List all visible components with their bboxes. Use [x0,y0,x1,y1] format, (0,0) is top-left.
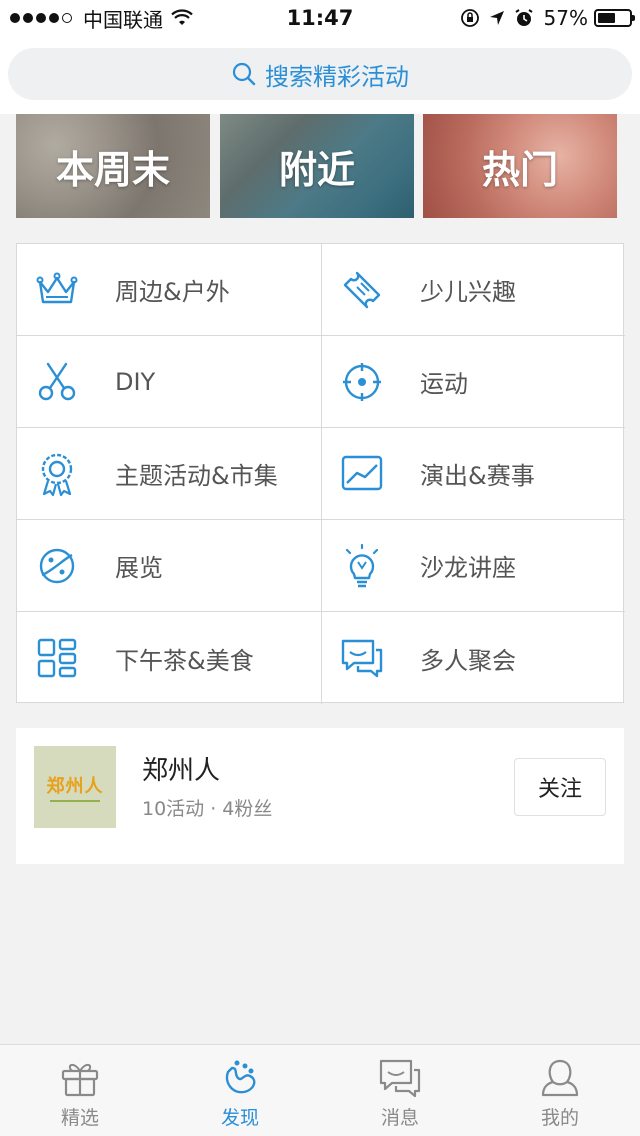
category-exhibition[interactable]: 展览 [17,520,321,612]
target-icon [340,360,384,404]
planet-icon [35,544,79,588]
crown-icon [35,268,79,312]
tab-messages[interactable]: 消息 [320,1045,480,1136]
category-label: 少儿兴趣 [420,278,516,306]
carrier-name: 中国联通 [83,7,163,32]
category-tea-food[interactable]: 下午茶&美食 [17,612,321,704]
banner-label: 附近 [278,147,355,192]
category-label: 下午茶&美食 [115,646,254,675]
grid-icon [35,636,79,680]
category-party[interactable]: 多人聚会 [321,612,625,704]
tab-discover[interactable]: 发现 [160,1045,320,1136]
tab-featured[interactable]: 精选 [0,1045,160,1136]
badge-icon [35,452,79,496]
category-label: 演出&赛事 [420,462,535,490]
category-label: 展览 [115,554,163,582]
organizer-logo: 郑州人 [34,746,116,828]
category-label: 多人聚会 [420,646,516,675]
alarm-icon [514,9,533,26]
search-input[interactable]: 搜索精彩活动 [8,48,632,100]
chat-bubbles-icon [340,636,384,680]
search-placeholder: 搜索精彩活动 [265,62,409,91]
category-salon[interactable]: 沙龙讲座 [321,520,625,612]
organizer-stats: 10活动 · 4粉丝 [142,798,273,820]
location-arrow-icon [489,11,504,25]
battery-percent: 57% [543,6,588,30]
organizer-logo-text: 郑州人 [46,776,104,797]
status-right: 57% [452,0,635,36]
category-diy[interactable]: DIY [17,336,321,428]
tab-label: 我的 [540,1107,579,1129]
rotation-lock-icon [460,9,479,27]
category-label: 运动 [420,370,468,398]
category-label: 沙龙讲座 [420,554,516,582]
tab-label: 消息 [380,1107,419,1129]
banner-this-weekend[interactable]: 本周末 [16,114,210,218]
status-bar: 中国联通 11:47 57% [0,0,640,36]
scissors-icon [35,360,79,404]
banner-row: 本周末 附近 热门 [16,114,624,218]
wifi-icon [171,9,193,25]
message-icon [378,1057,422,1099]
banner-hot[interactable]: 热门 [423,114,617,218]
search-area: 搜索精彩活动 [0,36,640,114]
person-icon [541,1057,579,1099]
battery-icon [594,9,635,27]
follow-button[interactable]: 关注 [514,758,606,816]
organizer-name: 郑州人 [142,756,221,786]
footprint-icon [220,1057,260,1099]
tab-bar: 精选 发现 消息 我的 [0,1044,640,1136]
category-label: DIY [115,367,156,396]
category-label: 周边&户外 [115,278,230,306]
organizer-card[interactable]: 郑州人 郑州人 10活动 · 4粉丝 关注 [16,728,624,864]
ticket-icon [340,268,384,312]
category-grid: 周边&户外 少儿兴趣 DIY 运动 主题活动&市集 演出&赛事 展览 沙龙讲座 … [16,243,625,704]
tab-label: 发现 [220,1107,259,1129]
gift-icon [60,1057,100,1099]
category-kids[interactable]: 少儿兴趣 [321,244,625,336]
banner-nearby[interactable]: 附近 [220,114,414,218]
lightbulb-icon [340,543,384,588]
category-sports[interactable]: 运动 [321,336,625,428]
signal-strength-icon [10,13,75,23]
tab-label: 精选 [60,1107,99,1129]
banner-label: 热门 [481,147,558,192]
tab-mine[interactable]: 我的 [480,1045,640,1136]
banner-label: 本周末 [55,147,170,192]
battery-level-fill [598,13,616,23]
status-left: 中国联通 [10,0,193,36]
category-outdoor[interactable]: 周边&户外 [17,244,321,336]
chart-frame-icon [340,452,384,496]
app-root: 中国联通 11:47 57% 搜索精彩活动 本周末 附近 热门 周边&户外 少儿… [0,0,640,1136]
search-icon [232,62,256,86]
category-label: 主题活动&市集 [115,462,278,490]
category-theme-market[interactable]: 主题活动&市集 [17,428,321,520]
category-performance[interactable]: 演出&赛事 [321,428,625,520]
